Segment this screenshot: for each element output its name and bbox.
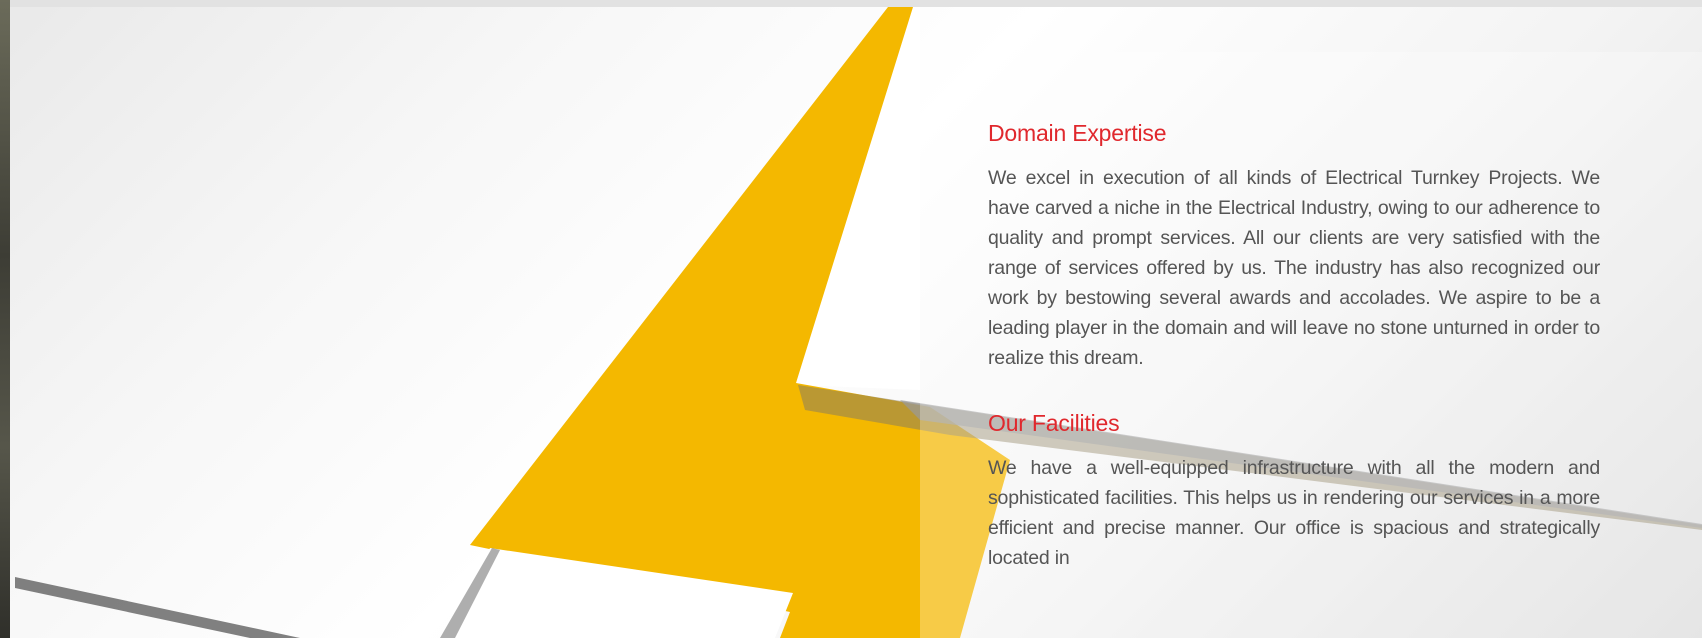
grey-streak-bottom-left [15,577,300,638]
section-body: We have a well-equipped infrastructure w… [988,457,1600,569]
section-body: We excel in execution of all kinds of El… [988,167,1600,369]
section-heading: Our Facilities [988,410,1120,436]
text-panel: Domain Expertise We excel in execution o… [988,120,1600,573]
domain-expertise-section: Domain Expertise We excel in execution o… [988,120,1600,373]
section-heading: Domain Expertise [988,120,1167,146]
our-facilities-section: Our Facilities We have a well-equipped i… [988,410,1600,573]
brochure-page: Domain Expertise We excel in execution o… [0,0,1702,638]
